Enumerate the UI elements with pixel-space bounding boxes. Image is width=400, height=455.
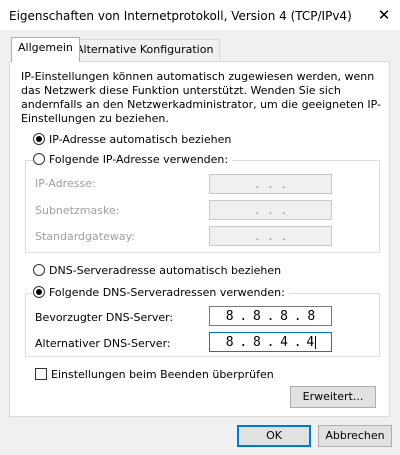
- cancel-button[interactable]: Abbrechen: [318, 425, 392, 447]
- default-gateway-label: Standardgateway:: [35, 230, 135, 243]
- radio-unselected-icon: [33, 153, 45, 165]
- alternate-dns-label: Alternativer DNS-Server:: [35, 337, 171, 350]
- tab-allgemein[interactable]: Allgemein: [11, 37, 80, 62]
- subnet-mask-value: . . .: [253, 203, 288, 217]
- ip-address-label: IP-Adresse:: [35, 177, 96, 190]
- radio-unselected-icon: [33, 264, 45, 276]
- ip-address-value: . . .: [253, 177, 288, 191]
- radio-selected-icon: [33, 286, 45, 298]
- ok-button[interactable]: OK: [237, 425, 311, 447]
- octet: 4: [306, 334, 315, 350]
- text-cursor: [315, 335, 317, 349]
- tab-alternative-konfiguration[interactable]: Alternative Konfiguration: [69, 39, 221, 60]
- description-text: IP-Einstellungen können automatisch zuge…: [21, 70, 382, 125]
- validate-on-exit-checkbox[interactable]: Einstellungen beim Beenden überprüfen: [35, 368, 278, 381]
- octet-with-cursor: 4: [302, 335, 321, 350]
- octet: 8: [280, 308, 288, 324]
- octet: 8: [252, 334, 261, 350]
- checkbox-unchecked-icon: [35, 368, 47, 380]
- ip-manual-label: Folgende IP-Adresse verwenden:: [49, 153, 229, 166]
- octet: 4: [280, 334, 288, 350]
- tab-label: Alternative Konfiguration: [76, 43, 214, 56]
- octet: 8: [225, 334, 234, 350]
- preferred-dns-label: Bevorzugter DNS-Server:: [35, 311, 174, 324]
- default-gateway-value: . . .: [253, 229, 288, 243]
- dns-auto-label: DNS-Serveradresse automatisch beziehen: [49, 264, 282, 277]
- alternate-dns-field[interactable]: 8. 8. 4. 4: [209, 332, 332, 352]
- advanced-button[interactable]: Erweitert...: [290, 386, 376, 408]
- dns-manual-radio[interactable]: Folgende DNS-Serveradressen verwenden:: [33, 286, 289, 299]
- preferred-dns-field[interactable]: 8. 8. 8. 8: [209, 306, 332, 326]
- default-gateway-field: . . .: [209, 226, 332, 246]
- subnet-mask-label: Subnetzmaske:: [35, 204, 120, 217]
- octet: 8: [307, 308, 316, 324]
- ip-address-field: . . .: [209, 174, 332, 194]
- octet: 8: [252, 308, 261, 324]
- dns-manual-label: Folgende DNS-Serveradressen verwenden:: [49, 286, 285, 299]
- ip-auto-radio[interactable]: IP-Adresse automatisch beziehen: [33, 133, 236, 146]
- tab-label: Allgemein: [18, 41, 73, 54]
- dns-auto-radio[interactable]: DNS-Serveradresse automatisch beziehen: [33, 264, 286, 277]
- ip-manual-radio[interactable]: Folgende IP-Adresse verwenden:: [33, 153, 233, 166]
- close-icon[interactable]: ✕: [372, 3, 396, 27]
- subnet-mask-field: . . .: [209, 200, 332, 220]
- radio-selected-icon: [33, 133, 45, 145]
- window-title: Eigenschaften von Internetprotokoll, Ver…: [9, 9, 352, 23]
- ip-auto-label: IP-Adresse automatisch beziehen: [49, 133, 232, 146]
- octet: 8: [225, 308, 234, 324]
- validate-on-exit-label: Einstellungen beim Beenden überprüfen: [51, 368, 274, 381]
